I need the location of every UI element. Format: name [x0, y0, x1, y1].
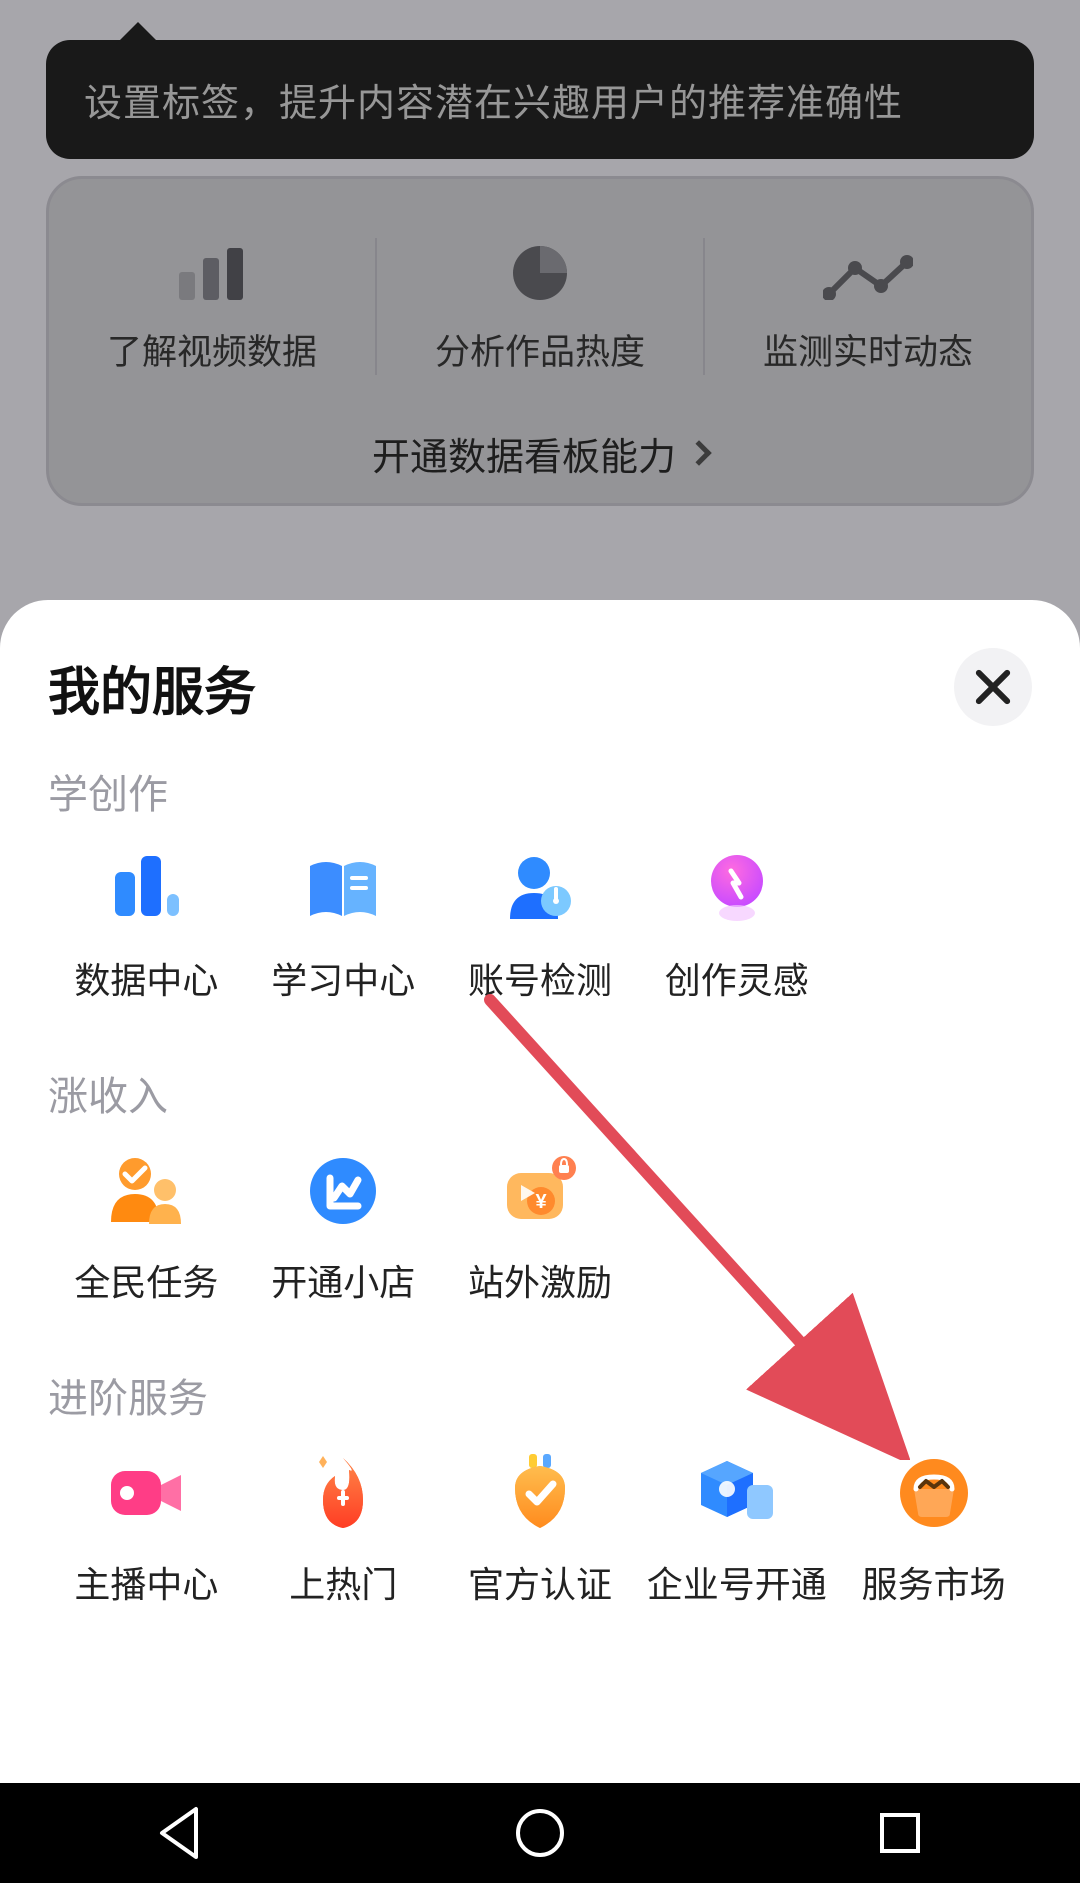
service-inspiration[interactable]: 创作灵感: [638, 848, 835, 1004]
service-label: 服务市场: [862, 1556, 1006, 1608]
service-label: 企业号开通: [647, 1556, 827, 1608]
book-blue-icon: [302, 848, 384, 930]
section-title: 学创作: [48, 762, 1032, 820]
service-label: 主播中心: [74, 1556, 218, 1608]
sheet-title: 我的服务: [48, 650, 256, 725]
system-nav-bar: [0, 1783, 1080, 1883]
svg-text:¥: ¥: [535, 1191, 547, 1213]
cube-blue-icon: [696, 1452, 778, 1534]
service-label: 站外激励: [468, 1254, 612, 1306]
service-host-center[interactable]: 主播中心: [48, 1452, 245, 1608]
camera-pink-icon: [105, 1452, 187, 1534]
nav-recents-icon[interactable]: [870, 1803, 930, 1863]
nav-back-icon[interactable]: [150, 1803, 210, 1863]
service-public-task[interactable]: 全民任务: [48, 1150, 245, 1306]
nav-home-icon[interactable]: [510, 1803, 570, 1863]
shield-check-icon: [499, 1452, 581, 1534]
service-account-check[interactable]: 账号检测: [442, 848, 639, 1004]
bulb-pink-icon: [696, 848, 778, 930]
service-data-center[interactable]: 数据中心: [48, 848, 245, 1004]
service-label: 官方认证: [468, 1556, 612, 1608]
service-label: 数据中心: [74, 952, 218, 1004]
service-label: 上热门: [289, 1556, 397, 1608]
my-services-sheet: 我的服务 学创作 数据中心: [0, 600, 1080, 1783]
service-label: 学习中心: [271, 952, 415, 1004]
service-open-shop[interactable]: 开通小店: [245, 1150, 442, 1306]
flame-orange-icon: [302, 1452, 384, 1534]
service-label: 创作灵感: [665, 952, 809, 1004]
service-official-verify[interactable]: 官方认证: [442, 1452, 639, 1608]
service-label: 开通小店: [271, 1254, 415, 1306]
section-title: 进阶服务: [48, 1366, 1032, 1424]
close-button[interactable]: [954, 648, 1032, 726]
section-title: 涨收入: [48, 1064, 1032, 1122]
service-go-trending[interactable]: 上热门: [245, 1452, 442, 1608]
service-marketplace[interactable]: 服务市场: [835, 1452, 1032, 1608]
people-orange-icon: [105, 1150, 187, 1232]
service-external-incentive[interactable]: ¥ 站外激励: [442, 1150, 639, 1306]
person-gauge-icon: [499, 848, 581, 930]
service-label: 账号检测: [468, 952, 612, 1004]
service-learning-center[interactable]: 学习中心: [245, 848, 442, 1004]
service-enterprise-open[interactable]: 企业号开通: [638, 1452, 835, 1608]
section-learn: 学创作 数据中心: [48, 762, 1032, 1004]
sheet-header: 我的服务: [48, 648, 1032, 726]
bars-blue-icon: [105, 848, 187, 930]
store-orange-icon: [893, 1452, 975, 1534]
bag-lock-icon: ¥: [499, 1150, 581, 1232]
section-advanced: 进阶服务 主播中心: [48, 1366, 1032, 1608]
section-income: 涨收入 全民任务: [48, 1064, 1032, 1306]
service-label: 全民任务: [74, 1254, 218, 1306]
shop-blue-icon: [302, 1150, 384, 1232]
close-icon: [974, 668, 1012, 706]
